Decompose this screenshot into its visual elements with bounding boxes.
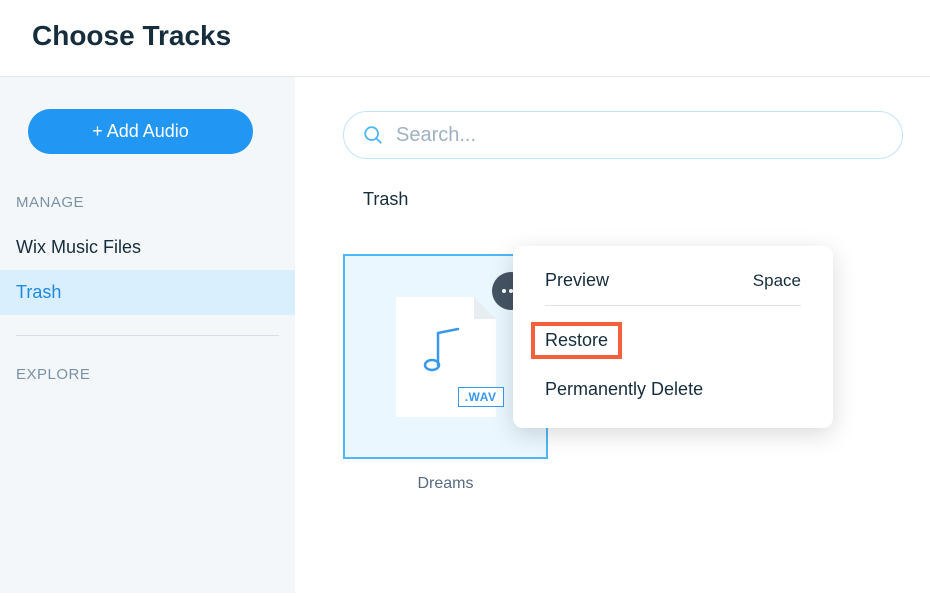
sidebar: + Add Audio MANAGE Wix Music Files Trash…: [0, 77, 295, 593]
menu-item-permanently-delete[interactable]: Permanently Delete: [513, 369, 833, 410]
sidebar-item-label: Wix Music Files: [16, 237, 141, 257]
menu-item-restore[interactable]: Restore: [513, 312, 833, 369]
page-title: Choose Tracks: [32, 20, 898, 52]
menu-item-preview[interactable]: Preview Space: [513, 260, 833, 301]
sidebar-item-trash[interactable]: Trash: [0, 270, 295, 315]
file-fold-icon: [474, 297, 496, 319]
file-grid: .WAV Dreams Preview Space Restore: [343, 210, 930, 493]
add-audio-button[interactable]: + Add Audio: [28, 109, 253, 154]
menu-item-label: Permanently Delete: [545, 379, 703, 400]
menu-item-label: Restore: [545, 330, 608, 350]
search-field[interactable]: [343, 111, 903, 159]
search-input[interactable]: [396, 124, 884, 147]
body: + Add Audio MANAGE Wix Music Files Trash…: [0, 77, 930, 593]
dot-icon: [502, 289, 506, 293]
menu-item-label: Preview: [545, 270, 609, 291]
sidebar-section-explore: EXPLORE: [0, 366, 295, 397]
search-icon: [362, 124, 384, 146]
highlight-annotation: Restore: [531, 322, 622, 359]
context-menu: Preview Space Restore Permanently Delete: [513, 246, 833, 428]
menu-item-shortcut: Space: [753, 271, 801, 291]
music-note-icon: [422, 325, 466, 382]
sidebar-section-manage: MANAGE: [0, 194, 295, 225]
sidebar-divider: [16, 335, 279, 336]
file-card: .WAV: [396, 297, 496, 417]
main: Trash .WAV: [295, 77, 930, 593]
menu-divider: [545, 305, 801, 306]
breadcrumb: Trash: [343, 159, 930, 210]
sidebar-item-wix-music-files[interactable]: Wix Music Files: [0, 225, 295, 270]
file-extension-badge: .WAV: [458, 387, 504, 407]
sidebar-item-label: Trash: [16, 282, 61, 302]
header: Choose Tracks: [0, 0, 930, 77]
file-name-label: Dreams: [343, 459, 548, 493]
